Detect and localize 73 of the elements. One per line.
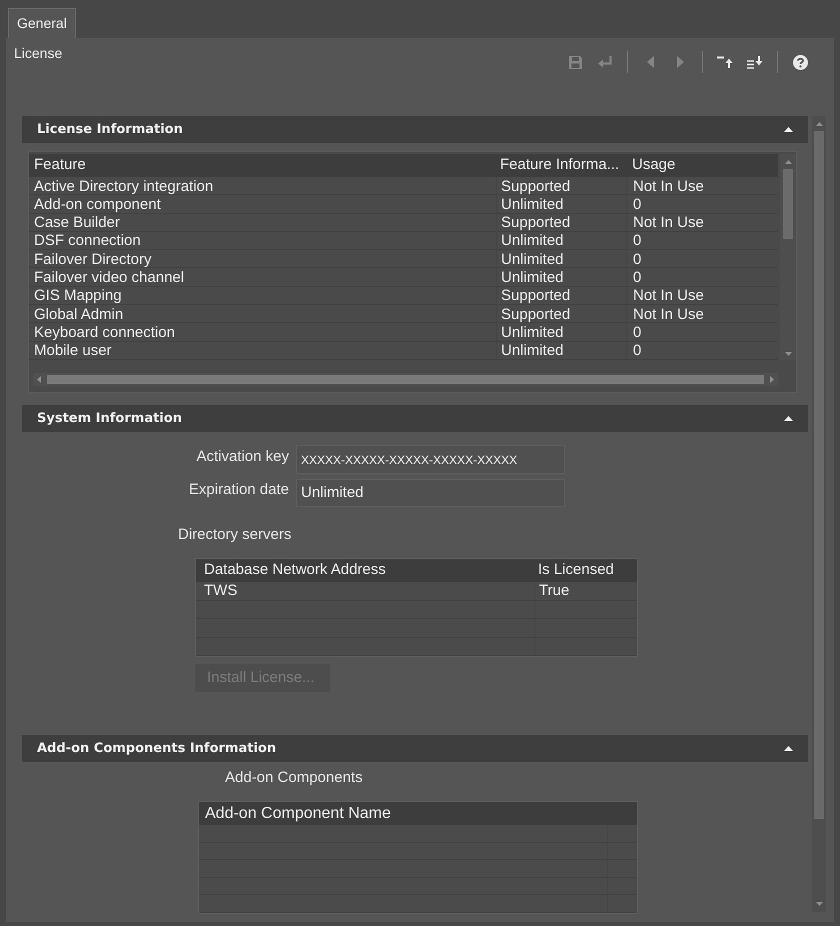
scroll-right-icon[interactable] [770, 376, 774, 383]
table-cell: Supported [496, 177, 626, 195]
field-label: Expiration date [188, 481, 289, 500]
field-label: Activation key [195, 448, 289, 466]
section-label: Add-on Components [225, 769, 363, 787]
table-cell-text: DSF connection [33, 232, 142, 250]
section-label: Directory servers [178, 526, 292, 544]
input-field[interactable]: XXXXX-XXXXX-XXXXX-XXXXX-XXXXX [296, 445, 565, 474]
table-cell: Not In Use [626, 214, 778, 232]
scroll-left-icon[interactable] [37, 376, 41, 383]
expand-icon [747, 56, 763, 68]
column-header[interactable]: Usage [626, 154, 778, 177]
table-cell: Not In Use [626, 305, 778, 324]
collapse-caret-icon[interactable] [784, 746, 793, 751]
collapse-caret-icon[interactable] [784, 127, 793, 132]
table-cell: 0 [626, 268, 778, 286]
collapse-icon [717, 56, 733, 68]
column-header[interactable]: Is Licensed [534, 559, 637, 582]
scroll-up-icon[interactable] [784, 160, 792, 164]
table-cell: Supported [496, 305, 626, 324]
scroll-down-icon[interactable] [816, 902, 822, 906]
left-triangle-icon [646, 56, 654, 68]
vertical-scrollbar[interactable] [812, 116, 826, 912]
column-header[interactable]: Database Network Address [196, 559, 534, 582]
table-cell: True [534, 582, 637, 600]
section-header[interactable]: Add-on Components Information [22, 735, 808, 762]
vertical-scrollbar[interactable] [780, 154, 796, 360]
table-cell-text: Case Builder [33, 214, 121, 232]
table-cell: Unlimited [496, 250, 626, 268]
table-cell-text: Failover Directory [33, 250, 153, 268]
table-cell: Unlimited [496, 232, 626, 250]
table-cell: Not In Use [626, 177, 778, 195]
return-arrow-icon [598, 56, 612, 68]
table-cell: 0 [626, 250, 778, 268]
section-title: License Information [37, 120, 183, 139]
table-cell-text: GIS Mapping [33, 286, 123, 305]
table-cell-text: Active Directory integration [33, 177, 214, 195]
scrollbar-thumb[interactable] [47, 375, 764, 384]
tab[interactable]: General [8, 8, 76, 38]
section-title: Add-on Components Information [37, 740, 276, 758]
page-title: License [14, 45, 62, 62]
table-cell: 0 [626, 342, 778, 360]
table-cell: 0 [626, 323, 778, 342]
table-cell: Unlimited [496, 268, 626, 286]
scrollbar-thumb[interactable] [814, 131, 824, 819]
collapse-caret-icon[interactable] [784, 416, 793, 421]
right-triangle-icon [676, 56, 684, 68]
input-field[interactable]: Unlimited [296, 479, 565, 507]
table-cell: Unlimited [496, 342, 626, 360]
table-cell: Unlimited [496, 195, 626, 214]
help-icon [792, 54, 808, 70]
table-cell-text: Global Admin [33, 305, 124, 324]
scroll-up-icon[interactable] [816, 122, 822, 126]
section-header[interactable]: License Information [22, 116, 808, 143]
table-cell: Supported [496, 214, 626, 232]
table-cell: Unlimited [496, 323, 626, 342]
horizontal-scrollbar[interactable] [33, 373, 778, 386]
table-cell: 0 [626, 232, 778, 250]
table-cell-text: Mobile user [33, 342, 113, 360]
table-cell-text: TWS [203, 582, 238, 600]
table-cell: Supported [496, 286, 626, 305]
table-cell-text: Failover video channel [33, 268, 186, 286]
table-cell: 0 [626, 195, 778, 214]
table-cell-text: Keyboard connection [33, 323, 176, 342]
column-header[interactable]: Feature Informa... [496, 154, 626, 177]
floppy-icon [568, 56, 582, 68]
column-header[interactable]: Feature [29, 154, 496, 177]
table-cell-text: Add-on component [33, 195, 162, 214]
scroll-down-icon[interactable] [784, 352, 792, 356]
table-cell: Not In Use [626, 286, 778, 305]
section-header[interactable]: System Information [22, 405, 808, 432]
scrollbar-thumb[interactable] [783, 169, 793, 239]
section-title: System Information [37, 410, 182, 428]
